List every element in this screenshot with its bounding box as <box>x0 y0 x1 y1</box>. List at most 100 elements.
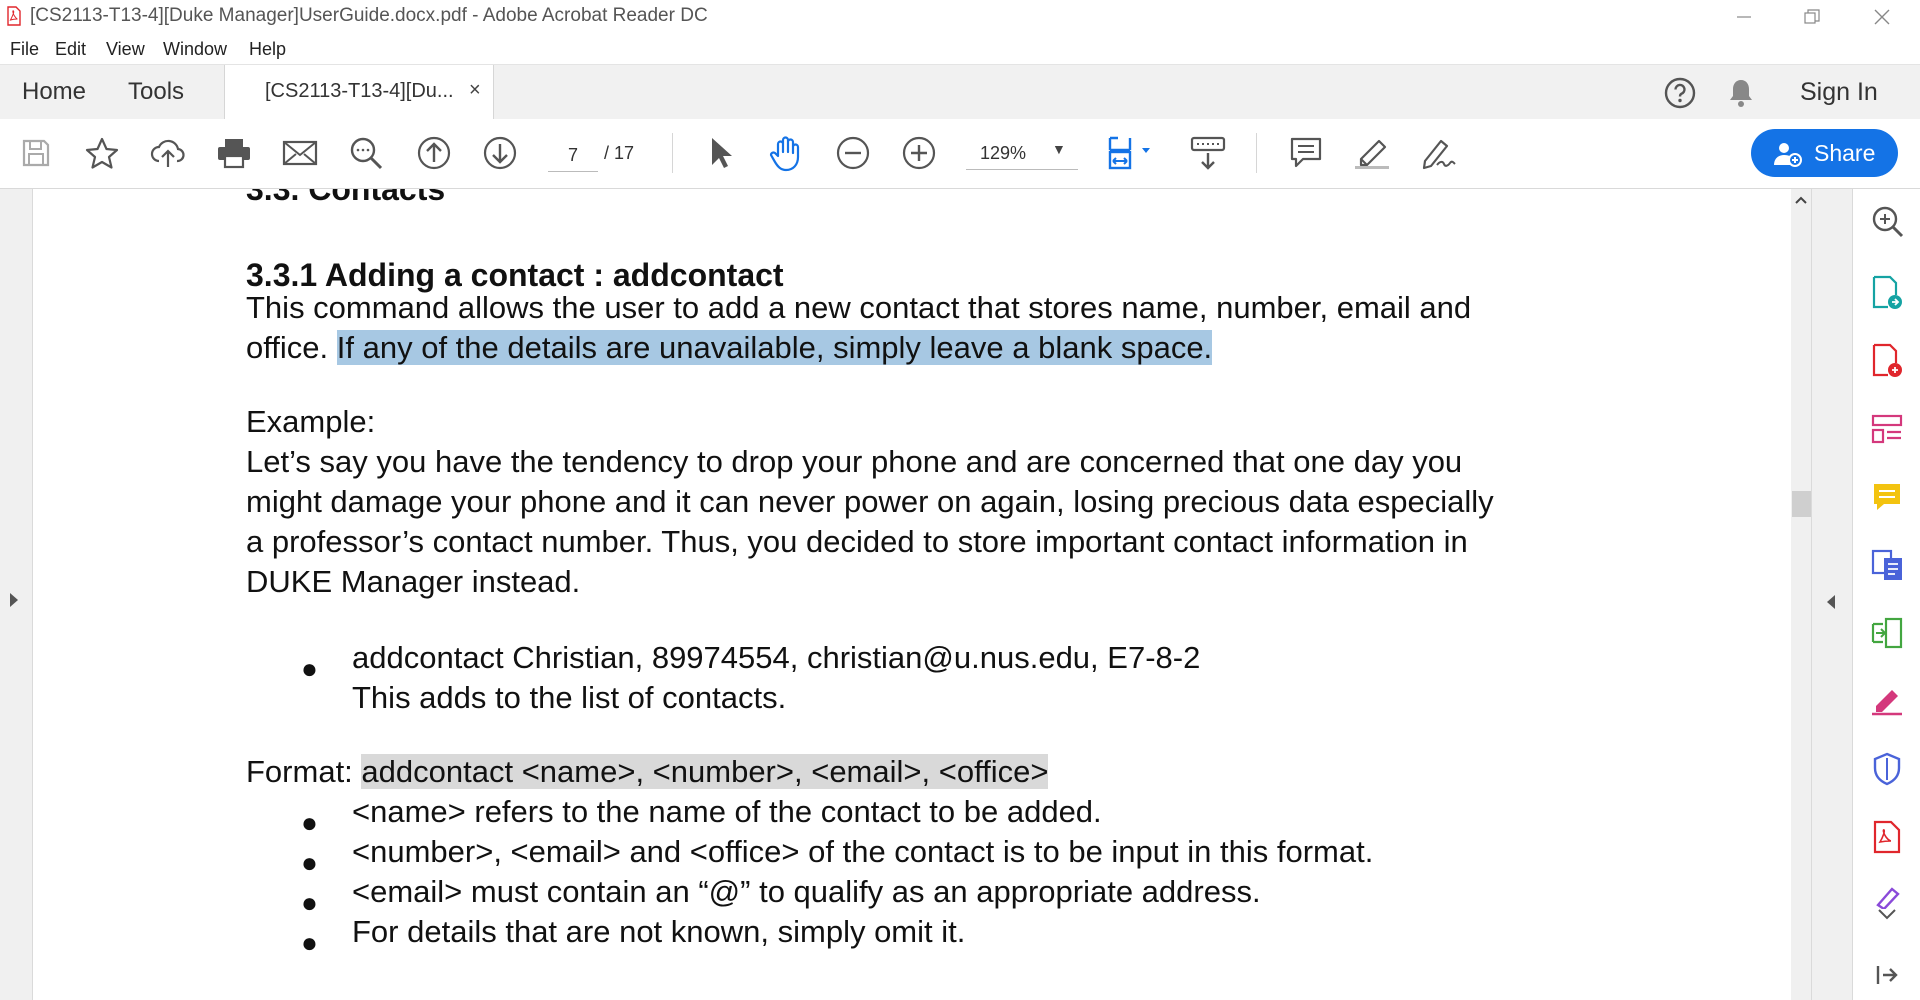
fill-sign-button[interactable] <box>1418 133 1458 173</box>
combine-files-tool[interactable] <box>1867 613 1907 653</box>
acrobat-pdf-tool[interactable] <box>1867 817 1907 857</box>
pen-signature-icon <box>1422 139 1456 170</box>
edit-pdf-tool[interactable] <box>1867 545 1907 585</box>
edit-pdf-icon <box>1871 549 1902 580</box>
organize-pages-tool[interactable] <box>1867 409 1907 449</box>
example-line-3: a professor’s contact number. Thus, you … <box>246 524 1468 559</box>
scrollbar-thumb[interactable] <box>1792 491 1812 517</box>
intro-line-1: This command allows the user to add a ne… <box>246 290 1472 325</box>
close-window-button[interactable] <box>1852 0 1912 34</box>
menu-bar: File Edit View Window Help <box>0 34 1920 64</box>
zoom-search-icon <box>1872 206 1904 238</box>
tab-home[interactable]: Home <box>22 78 86 106</box>
example-result: This adds to the list of contacts. <box>352 680 787 715</box>
example-line-4: DUKE Manager instead. <box>246 564 581 599</box>
highlight-button[interactable] <box>1352 133 1392 173</box>
scroll-up-icon[interactable] <box>1795 195 1807 205</box>
upload-cloud-button[interactable] <box>148 133 188 173</box>
combine-files-icon <box>1871 617 1903 649</box>
close-tab-button[interactable]: × <box>469 79 481 102</box>
envelope-icon <box>282 140 318 166</box>
document-view[interactable]: 3.3. Contacts 3.3.1 Adding a contact : a… <box>33 189 1791 1000</box>
format-bullet-2: <number>, <email> and <office> of the co… <box>352 834 1374 869</box>
email-button[interactable] <box>280 133 320 173</box>
bullet-marker: ● <box>301 807 318 838</box>
collapse-tools-pane-button[interactable] <box>1867 955 1907 995</box>
page-number-input[interactable] <box>548 139 598 172</box>
add-comment-button[interactable] <box>1286 133 1326 173</box>
protect-tool[interactable] <box>1867 749 1907 789</box>
window-title: [CS2113-T13-4][Duke Manager]UserGuide.do… <box>30 5 708 26</box>
fill-sign-pen-icon <box>1872 690 1902 716</box>
help-icon[interactable] <box>1664 77 1696 109</box>
bullet-marker: ● <box>301 847 318 878</box>
example-line-2: might damage your phone and it can never… <box>246 484 1494 519</box>
right-panel-toggle[interactable] <box>1811 189 1852 1000</box>
restore-button[interactable] <box>1782 0 1842 34</box>
format-bullet-1: <name> refers to the name of the contact… <box>352 794 1102 829</box>
cloud-upload-icon <box>150 139 185 167</box>
share-label: Share <box>1814 140 1876 166</box>
example-line-1: Let’s say you have the tendency to drop … <box>246 444 1463 479</box>
comment-tool[interactable] <box>1867 477 1907 517</box>
create-pdf-tool[interactable] <box>1867 341 1907 381</box>
fit-page-button[interactable] <box>1106 133 1156 173</box>
zoom-out-button[interactable] <box>833 133 873 173</box>
scroll-tools-down-button[interactable] <box>1867 901 1907 927</box>
vertical-scrollbar[interactable] <box>1791 189 1812 1000</box>
zoom-value: 129% <box>980 143 1027 163</box>
example-label: Example: <box>246 404 376 439</box>
save-button[interactable] <box>16 133 56 173</box>
notifications-bell-icon[interactable] <box>1726 77 1756 109</box>
sign-in-button[interactable]: Sign In <box>1800 78 1878 107</box>
chevron-down-icon: ▼ <box>1052 141 1066 157</box>
zoom-in-button[interactable] <box>899 133 939 173</box>
bullet-marker: ● <box>301 927 318 958</box>
section-heading: 3.3. Contacts <box>246 189 446 207</box>
document-tab-label: [CS2113-T13-4][Du... <box>265 80 454 102</box>
magnifier-icon <box>350 137 383 170</box>
search-zoom-button[interactable] <box>346 133 386 173</box>
tab-document[interactable]: [CS2113-T13-4][Du... × <box>224 65 494 120</box>
previous-page-button[interactable] <box>414 133 454 173</box>
share-button[interactable]: Share <box>1751 129 1898 177</box>
left-panel-toggle[interactable] <box>0 189 33 1000</box>
intro-line-2: office. If any of the details are unavai… <box>246 328 1213 368</box>
hand-tool-button[interactable] <box>766 133 806 173</box>
zoom-level-dropdown[interactable]: 129% ▼ <box>966 139 1078 170</box>
save-icon <box>22 139 50 167</box>
intro-text: office. <box>246 330 337 365</box>
page-total: / 17 <box>604 143 635 163</box>
close-icon <box>1874 9 1890 25</box>
fill-sign-tool[interactable] <box>1867 681 1907 721</box>
tab-bar: Home Tools [CS2113-T13-4][Du... × Sign I… <box>0 64 1920 120</box>
highlighter-pen-icon <box>1355 139 1389 169</box>
cursor-arrow-icon <box>712 138 732 168</box>
print-button[interactable] <box>214 133 254 173</box>
toolbar: / 17 129% ▼ Share <box>0 119 1920 189</box>
menu-window[interactable]: Window <box>163 39 227 60</box>
format-line: Format: addcontact <name>, <number>, <em… <box>246 752 1049 792</box>
comment-icon <box>1290 137 1322 168</box>
select-tool-button[interactable] <box>700 133 740 173</box>
format-label: Format: <box>246 754 362 789</box>
tools-pane <box>1852 189 1920 1000</box>
tab-tools[interactable]: Tools <box>128 78 184 106</box>
menu-edit[interactable]: Edit <box>55 39 86 60</box>
export-pdf-tool[interactable] <box>1867 273 1907 313</box>
selected-text[interactable]: If any of the details are unavailable, s… <box>336 330 1213 365</box>
menu-file[interactable]: File <box>10 39 39 60</box>
search-tool-button[interactable] <box>1867 201 1907 241</box>
comment-sticky-icon <box>1874 484 1900 510</box>
next-page-button[interactable] <box>480 133 520 173</box>
bookmark-star-button[interactable] <box>82 133 122 173</box>
minimize-icon <box>1737 16 1751 18</box>
restore-icon <box>1804 9 1820 24</box>
minimize-button[interactable] <box>1714 0 1774 34</box>
printer-icon <box>218 139 250 169</box>
scrolling-mode-button[interactable] <box>1188 133 1228 173</box>
organize-pages-icon <box>1871 414 1903 444</box>
menu-help[interactable]: Help <box>249 39 286 60</box>
menu-view[interactable]: View <box>106 39 145 60</box>
format-bullet-4: For details that are not known, simply o… <box>352 914 966 949</box>
